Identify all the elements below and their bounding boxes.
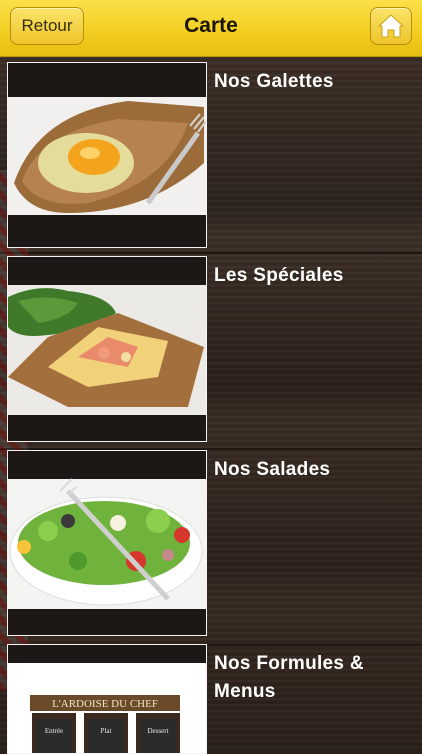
chalkboard-dessert: Dessert — [148, 727, 169, 735]
menu-item-label: Nos Galettes — [214, 71, 334, 92]
home-button[interactable] — [370, 7, 412, 45]
menu-item-galettes[interactable]: Nos Galettes — [0, 62, 422, 252]
menu-item-speciales[interactable]: Les Spéciales — [0, 256, 422, 446]
chalkboard-entree: Entrée — [45, 727, 63, 735]
chalkboard-plat: Plat — [101, 727, 112, 735]
menu-item-label: Nos Formules & Menus — [214, 653, 364, 702]
chalkboard-sign: L'ARDOISE DU CHEF — [52, 698, 158, 710]
salad-photo — [7, 450, 207, 636]
menu-item-salades[interactable]: Nos Salades — [0, 450, 422, 640]
menu-item-label: Les Spéciales — [214, 265, 344, 286]
menu-item-label: Nos Salades — [214, 459, 331, 480]
home-icon — [378, 14, 404, 38]
page-title: Carte — [184, 14, 238, 37]
chalkboard-photo: L'ARDOISE DU CHEF Entrée Plat Dessert — [7, 644, 207, 754]
menu-item-formules[interactable]: L'ARDOISE DU CHEF Entrée Plat Dessert No… — [0, 644, 422, 754]
nav-bar: Retour Carte — [0, 0, 422, 57]
special-crepe-photo — [7, 256, 207, 442]
galette-photo — [7, 62, 207, 248]
